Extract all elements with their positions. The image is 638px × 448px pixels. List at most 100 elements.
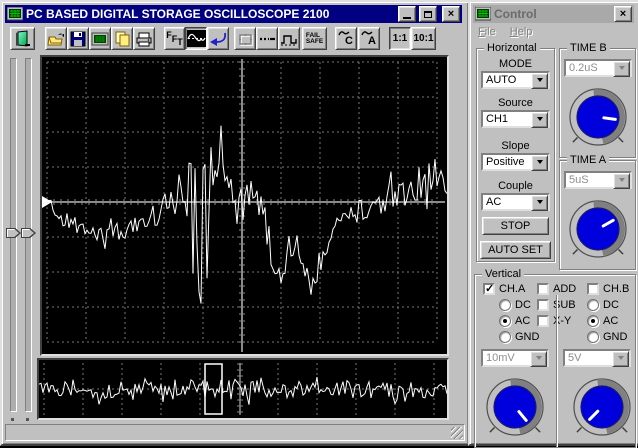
time-b-group-label: TIME B [567, 42, 610, 54]
time-b-knob[interactable] [562, 81, 634, 153]
display-mode-button[interactable] [185, 27, 207, 50]
mode-label: MODE [499, 58, 532, 70]
control-close-button[interactable]: × [614, 6, 632, 22]
fft-button[interactable]: FFT [164, 27, 185, 50]
main-titlebar[interactable]: PC BASED DIGITAL STORAGE OSCILLOSCOPE 21… [5, 5, 462, 23]
cha-label: CH.A [499, 283, 526, 295]
chb-gnd-radio[interactable] [587, 331, 599, 343]
cha-checkbox[interactable] [483, 282, 495, 295]
print-button[interactable] [133, 27, 155, 50]
save-button[interactable] [67, 27, 89, 50]
cha-dc-radio[interactable] [499, 299, 511, 311]
vertical-group: Vertical CH.A ADD CH.B DC SUB DC AC X-Y … [474, 268, 638, 448]
dropdown-arrow-icon[interactable] [531, 155, 548, 171]
coupling-a-button[interactable]: A [358, 27, 380, 50]
channel-a-slider-thumb[interactable] [6, 228, 21, 238]
chb-ac-label: AC [603, 315, 619, 327]
cha-range-select[interactable]: 10mV [481, 349, 549, 367]
time-a-knob[interactable] [562, 193, 634, 265]
slope-select[interactable]: Positive [481, 153, 550, 171]
mode-select[interactable]: AUTO [481, 71, 550, 89]
slope-label: Slope [501, 140, 530, 152]
undo-arrow-icon [210, 32, 227, 46]
window-title: PC BASED DIGITAL STORAGE OSCILLOSCOPE 21… [26, 7, 330, 21]
time-a-group: TIME A 5uS [559, 154, 636, 270]
channel-divider [556, 295, 558, 447]
open-folder-icon [47, 33, 64, 45]
grid-icon [239, 33, 253, 46]
add-checkbox[interactable] [537, 283, 549, 295]
capture-display-button[interactable] [89, 27, 111, 50]
slider-tick [26, 418, 29, 421]
menu-file[interactable]: File [478, 26, 496, 38]
cha-gnd-radio[interactable] [499, 331, 511, 343]
ratio-1-1-label: 1:1 [392, 33, 408, 44]
source-label: Source [498, 97, 533, 109]
dropdown-arrow-icon[interactable] [531, 73, 548, 89]
preview-waveform [38, 363, 448, 415]
menu-help[interactable]: Help [510, 26, 533, 38]
close-button[interactable]: × [442, 6, 460, 22]
save-floppy-icon [70, 31, 86, 46]
channel-b-slider-thumb[interactable] [21, 228, 36, 238]
copy-button[interactable] [111, 27, 133, 50]
chb-dc-radio[interactable] [587, 299, 599, 311]
control-window: Control × File Help Horizontal MODE AUTO… [468, 0, 638, 448]
grid-toggle-button[interactable] [234, 27, 256, 50]
ratio-10-1-label: 10:1 [413, 33, 434, 44]
status-bar [5, 424, 465, 441]
undo-button[interactable] [207, 27, 229, 50]
resize-grip[interactable] [451, 427, 463, 439]
couple-label: Couple [498, 180, 533, 192]
time-a-select[interactable]: 5uS [564, 171, 632, 189]
squiggle-c-icon: C [336, 28, 356, 49]
chb-gain-knob[interactable] [566, 371, 638, 443]
cha-gnd-label: GND [515, 331, 540, 343]
probe-10-1-button[interactable]: 10:1 [411, 27, 436, 50]
dropdown-arrow-icon[interactable] [531, 195, 548, 211]
square-wave-icon [280, 34, 297, 45]
couple-select[interactable]: AC [481, 193, 550, 211]
xy-checkbox[interactable] [537, 315, 549, 327]
open-file-button[interactable] [45, 27, 67, 50]
dotted-line-button[interactable] [256, 27, 278, 50]
square-wave-button[interactable] [278, 27, 300, 50]
menu-bar: File Help [478, 26, 546, 38]
coupling-c-button[interactable]: C [335, 27, 357, 50]
time-b-select[interactable]: 0.2uS [564, 59, 632, 77]
chb-ac-radio[interactable] [587, 315, 599, 327]
cha-ac-label: AC [515, 315, 531, 327]
probe-1-1-button[interactable]: 1:1 [389, 27, 411, 50]
cha-ac-radio[interactable] [499, 315, 511, 327]
sub-checkbox[interactable] [537, 299, 549, 311]
fail-safe-button[interactable]: FAIL SAFE [302, 27, 327, 50]
scope-waveform [42, 59, 448, 352]
minimize-icon [403, 16, 411, 19]
copy-pages-icon [115, 31, 130, 47]
source-select[interactable]: CH1 [481, 110, 550, 128]
oscilloscope-window: PC BASED DIGITAL STORAGE OSCILLOSCOPE 21… [0, 0, 470, 446]
dropdown-arrow-icon[interactable] [531, 112, 548, 128]
close-icon: × [619, 8, 627, 20]
chb-label: CH.B [603, 283, 630, 295]
fail-safe-label: FAIL SAFE [305, 31, 324, 45]
control-title: Control [494, 7, 537, 21]
chb-dc-label: DC [603, 299, 619, 311]
dropdown-arrow-icon [613, 61, 630, 77]
fft-icon: FFT [166, 29, 183, 47]
preview-display [37, 358, 449, 420]
dropdown-arrow-icon [612, 351, 629, 367]
slider-tick [11, 418, 14, 421]
minimize-button[interactable] [398, 6, 416, 22]
cha-dc-label: DC [515, 299, 531, 311]
chb-checkbox[interactable] [587, 283, 599, 295]
control-app-icon [475, 7, 491, 21]
chb-range-select[interactable]: 5V [563, 349, 631, 367]
stop-button[interactable]: STOP [482, 217, 549, 235]
exit-button[interactable] [10, 27, 35, 50]
control-titlebar[interactable]: Control × [473, 5, 634, 23]
maximize-button[interactable] [419, 6, 437, 22]
cha-gain-knob[interactable] [479, 371, 551, 443]
horizontal-group-label: Horizontal [484, 42, 540, 54]
auto-set-button[interactable]: AUTO SET [480, 241, 551, 259]
